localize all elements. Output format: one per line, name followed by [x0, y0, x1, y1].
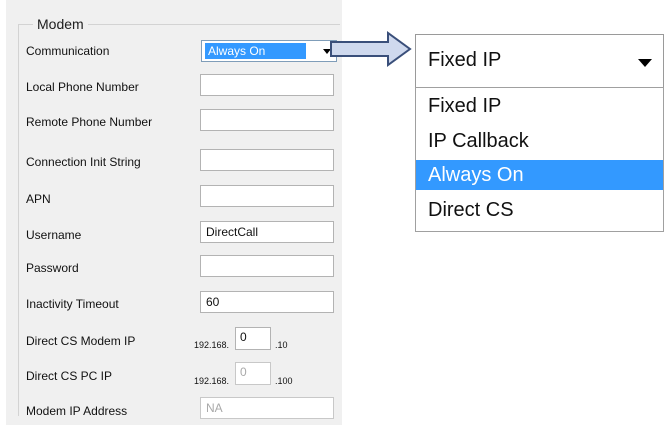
local-phone-input[interactable] [200, 74, 334, 96]
communication-select-zoomed[interactable]: Fixed IP [415, 34, 664, 88]
communication-label: Communication [26, 44, 110, 58]
password-input[interactable] [200, 255, 334, 277]
init-string-label: Connection Init String [26, 155, 141, 169]
direct-cs-pc-ip-suffix: .100 [275, 376, 293, 386]
zoomed-selected-value: Fixed IP [428, 49, 502, 71]
modem-group-legend: Modem [37, 16, 84, 32]
remote-phone-label: Remote Phone Number [26, 115, 153, 129]
option-direct-cs[interactable]: Direct CS [416, 195, 663, 225]
apn-label: APN [26, 192, 51, 206]
apn-input[interactable] [200, 185, 334, 207]
username-label: Username [26, 228, 82, 242]
communication-options-list: Fixed IP IP Callback Always On Direct CS [415, 87, 664, 232]
init-string-input[interactable] [200, 149, 334, 171]
direct-cs-pc-ip-prefix: 192.168. [194, 376, 230, 386]
direct-cs-pc-ip-octet[interactable]: 0 [235, 362, 271, 385]
direct-cs-modem-ip-label: Direct CS Modem IP [26, 334, 136, 348]
direct-cs-modem-ip-octet[interactable]: 0 [235, 327, 271, 350]
communication-select[interactable]: Always On [201, 40, 337, 62]
option-always-on[interactable]: Always On [416, 160, 663, 190]
inactivity-timeout-label: Inactivity Timeout [26, 297, 119, 311]
modem-ip-address-input: NA [200, 397, 334, 419]
chevron-down-icon[interactable] [638, 59, 652, 67]
modem-settings-panel: Modem Communication Always On Local Phon… [6, 0, 342, 425]
password-label: Password [26, 261, 79, 275]
communication-selected-value: Always On [205, 43, 306, 59]
username-input[interactable]: DirectCall [200, 221, 334, 243]
option-fixed-ip[interactable]: Fixed IP [416, 91, 663, 121]
option-ip-callback[interactable]: IP Callback [416, 126, 663, 156]
remote-phone-input[interactable] [200, 109, 334, 131]
direct-cs-modem-ip-suffix: .10 [275, 340, 288, 350]
direct-cs-modem-ip-prefix: 192.168. [194, 340, 230, 350]
local-phone-label: Local Phone Number [26, 80, 139, 94]
inactivity-timeout-input[interactable]: 60 [200, 291, 334, 313]
direct-cs-pc-ip-label: Direct CS PC IP [26, 369, 113, 383]
callout-arrow-icon [330, 31, 412, 67]
modem-ip-address-label: Modem IP Address [26, 404, 128, 418]
